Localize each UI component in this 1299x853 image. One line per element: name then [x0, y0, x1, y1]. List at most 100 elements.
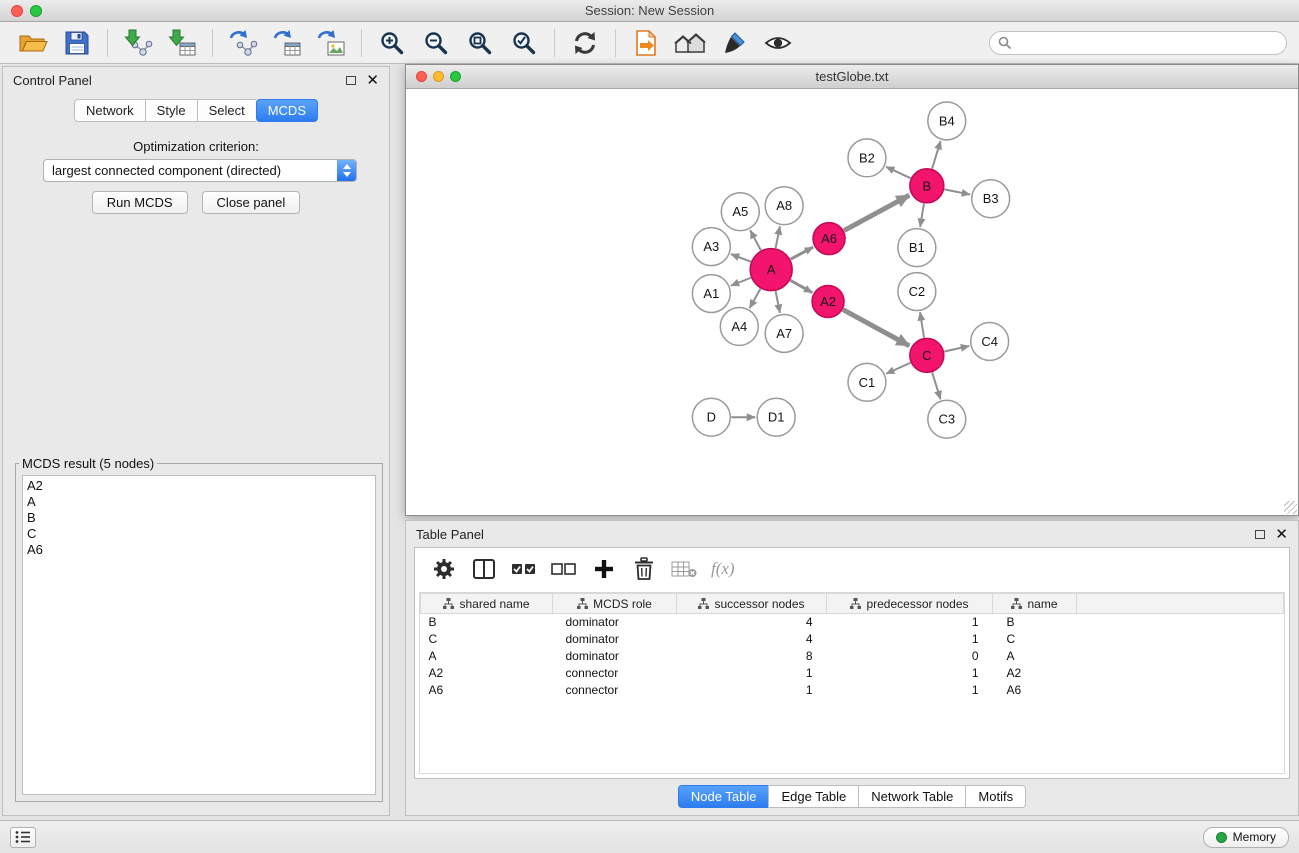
edge-B-B3[interactable]	[944, 189, 970, 194]
table-row[interactable]: A2connector11A2	[421, 665, 1284, 682]
show-hide-button[interactable]	[757, 25, 799, 61]
edge-A-A3[interactable]	[731, 254, 751, 262]
edge-C-C2[interactable]	[920, 312, 924, 337]
mcds-result-list[interactable]: A2ABCA6	[22, 475, 376, 795]
column-header-predecessor-nodes[interactable]: predecessor nodes	[827, 594, 993, 614]
zoom-window-button[interactable]	[30, 5, 42, 17]
tab-network[interactable]: Network	[74, 99, 145, 122]
edge-C-C3[interactable]	[932, 373, 940, 400]
delete-column-button[interactable]	[627, 553, 661, 585]
memory-button[interactable]: Memory	[1203, 827, 1289, 848]
tab-network-table[interactable]: Network Table	[858, 785, 965, 808]
tab-style[interactable]: Style	[145, 99, 197, 122]
window-resize-handle[interactable]	[1284, 501, 1297, 514]
edge-A-A5[interactable]	[750, 230, 761, 250]
zoom-selected-button[interactable]	[503, 25, 545, 61]
graph-node-C[interactable]: C	[910, 338, 944, 372]
import-table-url-button[interactable]	[266, 25, 308, 61]
edge-A-A4[interactable]	[750, 289, 761, 308]
graph-node-B2[interactable]: B2	[848, 139, 886, 177]
edge-A-A2[interactable]	[790, 280, 812, 292]
maximize-view-button[interactable]	[450, 71, 461, 82]
close-panel-icon[interactable]: ✕	[366, 76, 379, 86]
result-item[interactable]: A	[27, 494, 371, 510]
graph-node-B4[interactable]: B4	[928, 102, 966, 140]
edge-C-C1[interactable]	[886, 363, 910, 374]
graph-node-C2[interactable]: C2	[898, 273, 936, 311]
zoom-in-button[interactable]	[371, 25, 413, 61]
edge-B-B1[interactable]	[920, 204, 924, 227]
search-input[interactable]	[989, 31, 1287, 55]
graph-node-A4[interactable]: A4	[720, 307, 758, 345]
run-mcds-button[interactable]: Run MCDS	[92, 191, 188, 214]
edge-A-A1[interactable]	[731, 278, 751, 286]
import-image-button[interactable]	[310, 25, 352, 61]
network-window-titlebar[interactable]: testGlobe.txt	[406, 65, 1298, 89]
result-item[interactable]: B	[27, 510, 371, 526]
result-item[interactable]: A2	[27, 478, 371, 494]
import-network-url-button[interactable]	[222, 25, 264, 61]
edge-A-A7[interactable]	[776, 291, 780, 313]
graph-node-C3[interactable]: C3	[928, 400, 966, 438]
graph-node-A6[interactable]: A6	[813, 223, 845, 255]
graph-node-A[interactable]: A	[750, 249, 792, 291]
network-canvas[interactable]: B4B2BB3A5A8A6B1A3AC2A1A2A4A7C4CC1C3DD1	[406, 90, 1298, 515]
graph-node-A1[interactable]: A1	[692, 275, 730, 313]
dropdown-stepper-icon[interactable]	[337, 160, 356, 181]
edge-A2-C[interactable]	[843, 310, 909, 346]
table-row[interactable]: A6connector11A6	[421, 682, 1284, 699]
zoom-fit-button[interactable]	[459, 25, 501, 61]
network-graph[interactable]: B4B2BB3A5A8A6B1A3AC2A1A2A4A7C4CC1C3DD1	[406, 90, 1298, 515]
edge-C-C4[interactable]	[944, 346, 969, 351]
edge-A-A6[interactable]	[791, 247, 814, 259]
edge-A6-B[interactable]	[844, 195, 909, 230]
graph-node-A5[interactable]: A5	[721, 193, 759, 231]
close-panel-button[interactable]: Close panel	[202, 191, 301, 214]
column-header-name[interactable]: name	[993, 594, 1077, 614]
edge-B-B4[interactable]	[932, 141, 940, 169]
import-table-file-button[interactable]	[161, 25, 203, 61]
close-panel-icon[interactable]: ✕	[1275, 530, 1288, 540]
optimization-criterion-dropdown[interactable]: largest connected component (directed)	[43, 159, 357, 182]
delete-table-button[interactable]	[667, 553, 701, 585]
tab-edge-table[interactable]: Edge Table	[768, 785, 858, 808]
graph-node-A2[interactable]: A2	[812, 286, 844, 318]
table-settings-button[interactable]	[427, 553, 461, 585]
graph-node-A3[interactable]: A3	[692, 228, 730, 266]
tab-mcds[interactable]: MCDS	[256, 99, 318, 122]
graph-node-C4[interactable]: C4	[971, 322, 1009, 360]
column-header-shared-name[interactable]: shared name	[421, 594, 553, 614]
graph-node-C1[interactable]: C1	[848, 363, 886, 401]
table-row[interactable]: Cdominator41C	[421, 631, 1284, 648]
import-network-file-button[interactable]	[117, 25, 159, 61]
style-brush-button[interactable]	[713, 25, 755, 61]
minimize-view-button[interactable]	[433, 71, 444, 82]
graph-node-A8[interactable]: A8	[765, 187, 803, 225]
table-row[interactable]: Adominator80A	[421, 648, 1284, 665]
column-header-mcds-role[interactable]: MCDS role	[553, 594, 677, 614]
edge-B-B2[interactable]	[886, 167, 911, 178]
edge-A-A8[interactable]	[776, 226, 780, 248]
graph-node-D1[interactable]: D1	[757, 398, 795, 436]
birdseye-button[interactable]	[669, 25, 711, 61]
close-view-button[interactable]	[416, 71, 427, 82]
open-session-button[interactable]	[12, 25, 54, 61]
refresh-layout-button[interactable]	[564, 25, 606, 61]
result-item[interactable]: C	[27, 526, 371, 542]
select-all-button[interactable]	[507, 553, 541, 585]
deselect-all-button[interactable]	[547, 553, 581, 585]
tab-node-table[interactable]: Node Table	[678, 785, 769, 808]
float-panel-icon[interactable]	[1255, 530, 1265, 539]
function-builder-button[interactable]: f(x)	[707, 559, 735, 579]
column-header-successor-nodes[interactable]: successor nodes	[677, 594, 827, 614]
show-columns-button[interactable]	[467, 553, 501, 585]
save-session-button[interactable]	[56, 25, 98, 61]
zoom-out-button[interactable]	[415, 25, 457, 61]
graph-node-D[interactable]: D	[692, 398, 730, 436]
graph-node-B1[interactable]: B1	[898, 229, 936, 267]
add-column-button[interactable]	[587, 553, 621, 585]
table-row[interactable]: Bdominator41B	[421, 614, 1284, 631]
graph-node-A7[interactable]: A7	[765, 314, 803, 352]
open-document-button[interactable]	[625, 25, 667, 61]
result-item[interactable]: A6	[27, 542, 371, 558]
